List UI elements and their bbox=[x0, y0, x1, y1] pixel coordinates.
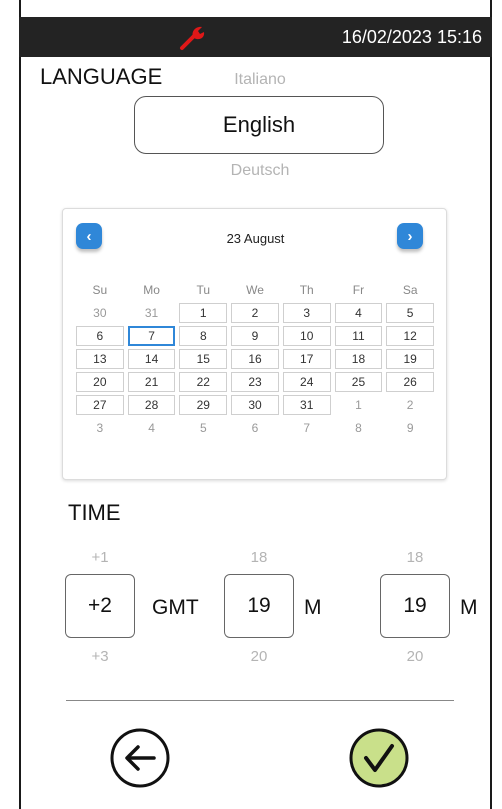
back-button[interactable] bbox=[109, 727, 171, 789]
weekday-label: Fr bbox=[352, 283, 365, 297]
calendar-day[interactable]: 22 bbox=[179, 372, 228, 392]
gmt-next[interactable]: +3 bbox=[65, 648, 135, 665]
minute-field-2[interactable]: 19 bbox=[380, 574, 450, 638]
calendar-week: 13 14 15 16 17 18 19 bbox=[74, 348, 436, 371]
calendar-day[interactable]: 9 bbox=[231, 326, 279, 346]
wrench-icon[interactable] bbox=[179, 23, 209, 56]
screen-edge-right bbox=[490, 0, 492, 809]
screen: 16/02/2023 15:16 LANGUAGE Italiano Engli… bbox=[0, 0, 502, 809]
language-title: LANGUAGE bbox=[40, 64, 163, 89]
calendar-day[interactable]: 6 bbox=[76, 326, 124, 346]
calendar-day-outside[interactable]: 31 bbox=[128, 303, 176, 323]
arrow-left-icon bbox=[110, 728, 170, 788]
calendar: ‹ 23 August › Su Mo Tu We Th Fr Sa 30 31… bbox=[62, 208, 447, 480]
calendar-day[interactable]: 3 bbox=[282, 303, 331, 323]
weekday-header-row: Su Mo Tu We Th Fr Sa bbox=[74, 279, 436, 302]
calendar-week: 20 21 22 23 24 25 26 bbox=[74, 371, 436, 394]
calendar-day[interactable]: 21 bbox=[127, 372, 176, 392]
minute-field-1-next[interactable]: 20 bbox=[224, 648, 294, 665]
calendar-next-button[interactable]: › bbox=[397, 223, 423, 249]
calendar-day[interactable]: 15 bbox=[179, 349, 228, 369]
calendar-week: 6 7 8 9 10 11 12 bbox=[74, 325, 436, 348]
calendar-day-outside[interactable]: 9 bbox=[386, 418, 434, 438]
calendar-day[interactable]: 20 bbox=[76, 372, 124, 392]
minute-field-1[interactable]: 19 bbox=[224, 574, 294, 638]
calendar-day-outside[interactable]: 3 bbox=[76, 418, 124, 438]
calendar-day[interactable]: 8 bbox=[179, 326, 228, 346]
language-selector[interactable]: English bbox=[134, 96, 384, 154]
chevron-left-icon: ‹ bbox=[86, 227, 92, 245]
datetime-label: 16/02/2023 15:16 bbox=[341, 27, 482, 47]
calendar-week: 27 28 29 30 31 1 2 bbox=[74, 394, 436, 417]
calendar-week: 30 31 1 2 3 4 5 bbox=[74, 302, 436, 325]
gmt-unit-label: GMT bbox=[152, 596, 199, 619]
language-option-next[interactable]: Deutsch bbox=[200, 162, 320, 180]
calendar-title: 23 August bbox=[226, 231, 285, 246]
calendar-day-outside[interactable]: 1 bbox=[335, 395, 383, 415]
calendar-day-outside[interactable]: 7 bbox=[283, 418, 331, 438]
calendar-day[interactable]: 25 bbox=[334, 372, 383, 392]
calendar-day[interactable]: 10 bbox=[282, 326, 331, 346]
calendar-day[interactable]: 2 bbox=[231, 303, 279, 323]
confirm-button[interactable] bbox=[348, 727, 410, 789]
minute-field-2-unit: M bbox=[460, 596, 478, 619]
calendar-day[interactable]: 18 bbox=[334, 349, 383, 369]
calendar-day[interactable]: 1 bbox=[179, 303, 228, 323]
calendar-day[interactable]: 11 bbox=[334, 326, 383, 346]
weekday-label: Sa bbox=[402, 283, 418, 297]
minute-field-1-previous[interactable]: 18 bbox=[224, 549, 294, 566]
status-bar: 16/02/2023 15:16 bbox=[19, 17, 492, 57]
calendar-day-outside[interactable]: 30 bbox=[76, 303, 124, 323]
calendar-day[interactable]: 26 bbox=[386, 372, 435, 392]
checkmark-icon bbox=[349, 728, 409, 788]
calendar-day[interactable]: 24 bbox=[282, 372, 331, 392]
calendar-day[interactable]: 14 bbox=[127, 349, 176, 369]
calendar-day[interactable]: 5 bbox=[386, 303, 434, 323]
time-title: TIME bbox=[68, 500, 121, 525]
gmt-offset-field[interactable]: +2 bbox=[65, 574, 135, 638]
calendar-day-outside[interactable]: 2 bbox=[386, 395, 434, 415]
calendar-day-outside[interactable]: 6 bbox=[231, 418, 279, 438]
calendar-day-outside[interactable]: 5 bbox=[179, 418, 227, 438]
weekday-label: We bbox=[246, 283, 264, 297]
gmt-previous[interactable]: +1 bbox=[65, 549, 135, 566]
screen-edge-left bbox=[19, 0, 21, 809]
calendar-day-outside[interactable]: 4 bbox=[128, 418, 176, 438]
weekday-label: Mo bbox=[143, 283, 160, 297]
calendar-day[interactable]: 30 bbox=[231, 395, 279, 415]
calendar-prev-button[interactable]: ‹ bbox=[76, 223, 102, 249]
calendar-day[interactable]: 4 bbox=[334, 303, 383, 323]
calendar-day-selected[interactable]: 7 bbox=[127, 326, 176, 346]
calendar-week: 3 4 5 6 7 8 9 bbox=[74, 417, 436, 440]
minute-field-2-next[interactable]: 20 bbox=[380, 648, 450, 665]
minute-field-2-previous[interactable]: 18 bbox=[380, 549, 450, 566]
calendar-day[interactable]: 17 bbox=[282, 349, 331, 369]
weekday-label: Su bbox=[92, 283, 108, 297]
calendar-day[interactable]: 27 bbox=[76, 395, 124, 415]
calendar-day[interactable]: 23 bbox=[231, 372, 279, 392]
calendar-day[interactable]: 31 bbox=[282, 395, 331, 415]
weekday-label: Tu bbox=[196, 283, 211, 297]
minute-field-1-unit: M bbox=[304, 596, 322, 619]
calendar-day-outside[interactable]: 8 bbox=[335, 418, 383, 438]
calendar-day[interactable]: 29 bbox=[179, 395, 228, 415]
divider bbox=[66, 700, 454, 701]
calendar-day[interactable]: 12 bbox=[386, 326, 435, 346]
chevron-right-icon: › bbox=[407, 227, 413, 245]
calendar-day[interactable]: 19 bbox=[386, 349, 435, 369]
weekday-label: Th bbox=[299, 283, 314, 297]
calendar-day[interactable]: 13 bbox=[76, 349, 124, 369]
language-option-previous[interactable]: Italiano bbox=[200, 71, 320, 89]
calendar-grid: Su Mo Tu We Th Fr Sa 30 31 1 2 3 4 5 6 7… bbox=[74, 279, 436, 440]
calendar-day[interactable]: 16 bbox=[231, 349, 279, 369]
calendar-day[interactable]: 28 bbox=[127, 395, 176, 415]
